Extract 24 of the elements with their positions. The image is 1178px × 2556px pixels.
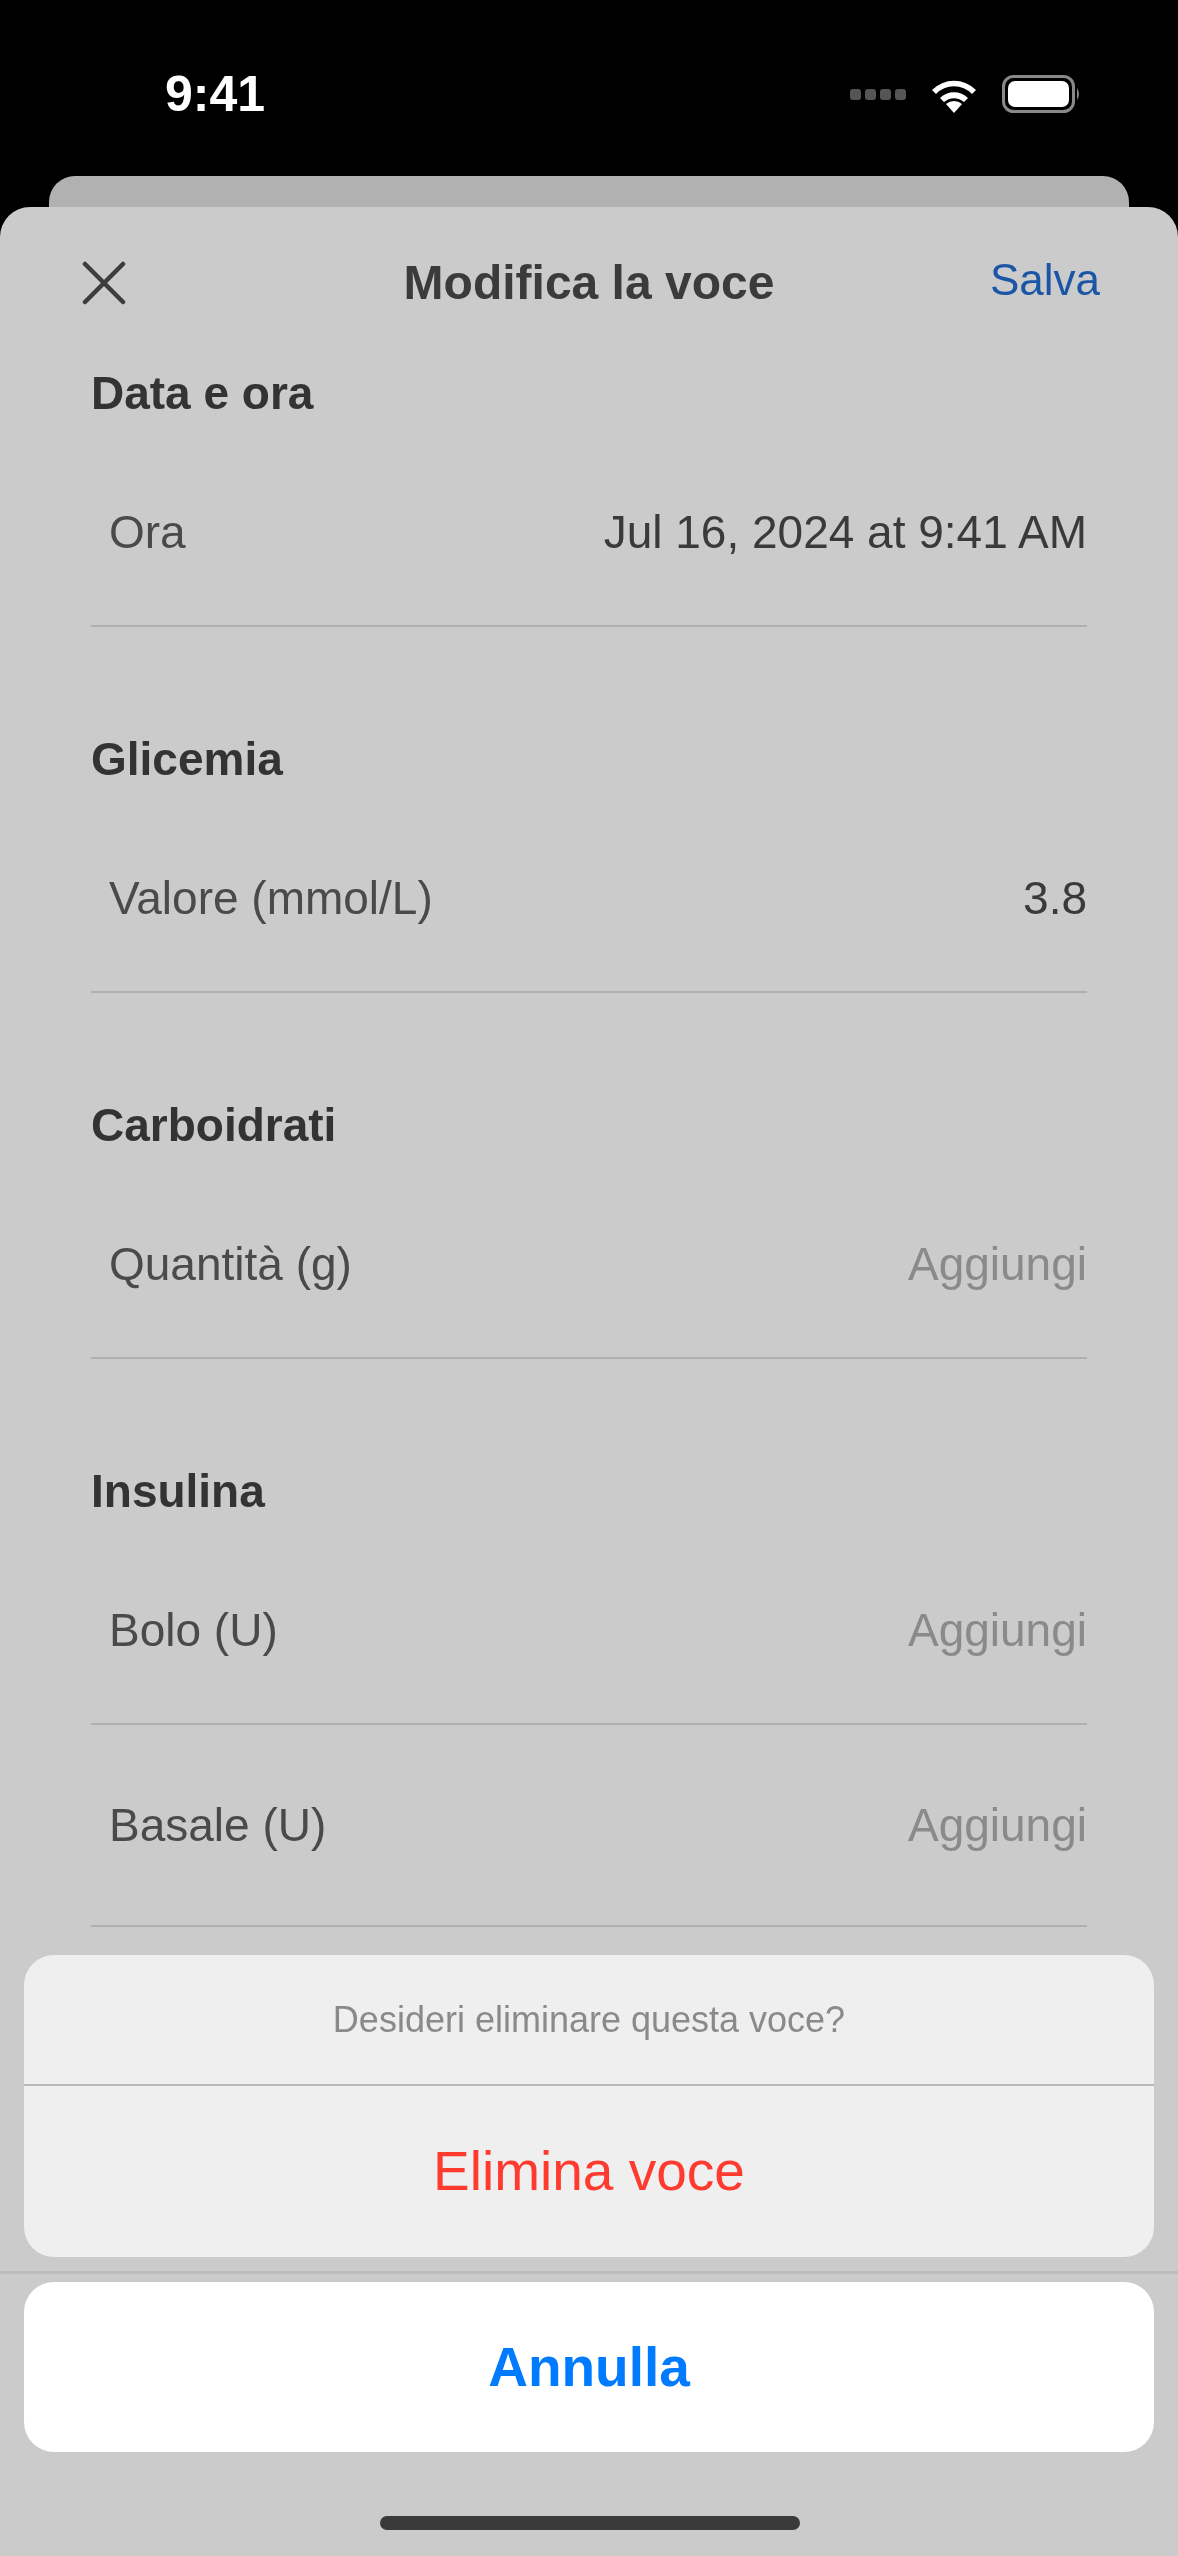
- section-header: Insulina: [91, 1463, 265, 1519]
- row-label: Ora: [109, 504, 186, 560]
- section-header: Carboidrati: [91, 1097, 337, 1153]
- value-field[interactable]: Jul 16, 2024 at 9:41 AM: [467, 497, 1087, 567]
- battery-icon: [1002, 75, 1082, 113]
- row-label: Quantità (g): [109, 1236, 352, 1292]
- value-field[interactable]: Aggiungi: [467, 1595, 1087, 1665]
- value-field[interactable]: 3.8: [467, 863, 1087, 933]
- row-label: Bolo (U): [109, 1602, 278, 1658]
- value-field[interactable]: Aggiungi: [467, 1229, 1087, 1299]
- action-sheet-message: Desideri eliminare questa voce?: [332, 1997, 846, 2042]
- delete-entry-button[interactable]: Elimina voce: [24, 2086, 1154, 2257]
- section-header: Data e ora: [91, 365, 314, 421]
- cancel-button[interactable]: Annulla: [24, 2282, 1154, 2452]
- row-label: Basale (U): [109, 1797, 327, 1853]
- clock-time: 9:41: [165, 64, 266, 124]
- close-icon: [82, 261, 126, 305]
- sheet-title: Modifica la voce: [402, 255, 776, 311]
- save-button[interactable]: Salva: [989, 247, 1100, 313]
- row-label: Valore (mmol/L): [109, 870, 433, 926]
- value-field[interactable]: Aggiungi: [467, 1790, 1087, 1860]
- section-header: Glicemia: [91, 731, 283, 787]
- signal-icon: [850, 87, 906, 101]
- close-button[interactable]: [80, 259, 128, 307]
